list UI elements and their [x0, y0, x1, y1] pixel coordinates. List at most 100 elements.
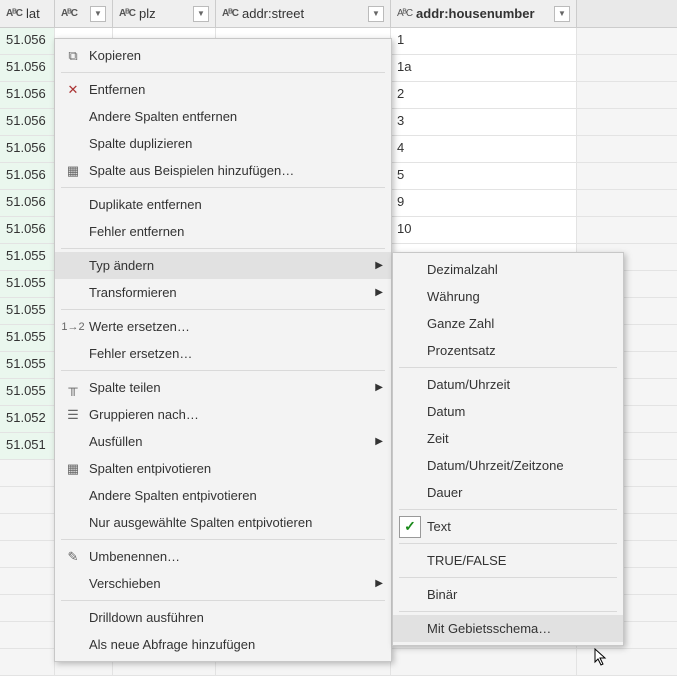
- menu-move[interactable]: Verschieben ▶: [55, 570, 391, 597]
- menu-label: TRUE/FALSE: [423, 553, 615, 568]
- menu-separator: [61, 187, 385, 188]
- cell-lat[interactable]: 51.055: [0, 244, 55, 270]
- cell-lat[interactable]: 51.056: [0, 28, 55, 54]
- cell-lat[interactable]: 51.052: [0, 406, 55, 432]
- copy-icon: ⧉: [61, 48, 85, 64]
- type-icon: AᴮC: [397, 8, 412, 19]
- menu-rename[interactable]: ✎ Umbenennen…: [55, 543, 391, 570]
- menu-separator: [61, 539, 385, 540]
- menu-fill[interactable]: Ausfüllen ▶: [55, 428, 391, 455]
- chevron-right-icon: ▶: [375, 287, 383, 298]
- type-whole-number[interactable]: Ganze Zahl: [393, 310, 623, 337]
- cell-lat[interactable]: 51.056: [0, 55, 55, 81]
- menu-drilldown[interactable]: Drilldown ausführen: [55, 604, 391, 631]
- cell-empty: [0, 541, 55, 567]
- type-time[interactable]: Zeit: [393, 425, 623, 452]
- menu-change-type[interactable]: Typ ändern ▶: [55, 252, 391, 279]
- column-header-lat[interactable]: AᴮC lat: [0, 0, 55, 27]
- menu-label: Als neue Abfrage hinzufügen: [85, 637, 383, 652]
- change-type-submenu: Dezimalzahl Währung Ganze Zahl Prozentsa…: [392, 252, 624, 646]
- filter-dropdown-icon[interactable]: ▼: [368, 6, 384, 22]
- group-icon: ☰: [61, 407, 85, 423]
- menu-split-column[interactable]: ╥ Spalte teilen ▶: [55, 374, 391, 401]
- menu-unpivot-others[interactable]: Andere Spalten entpivotieren: [55, 482, 391, 509]
- filter-dropdown-icon[interactable]: ▼: [90, 6, 106, 22]
- cell-housenumber[interactable]: 10: [391, 217, 577, 243]
- replace-icon: 1→2: [61, 321, 85, 333]
- type-duration[interactable]: Dauer: [393, 479, 623, 506]
- cell-empty: [391, 649, 577, 675]
- cell-housenumber[interactable]: 4: [391, 136, 577, 162]
- column-header-plz[interactable]: AᴮC plz ▼: [113, 0, 216, 27]
- cell-lat[interactable]: 51.055: [0, 298, 55, 324]
- cell-lat[interactable]: 51.055: [0, 271, 55, 297]
- type-date[interactable]: Datum: [393, 398, 623, 425]
- type-truefalse[interactable]: TRUE/FALSE: [393, 547, 623, 574]
- type-dtz[interactable]: Datum/Uhrzeit/Zeitzone: [393, 452, 623, 479]
- filter-dropdown-icon[interactable]: ▼: [554, 6, 570, 22]
- cell-housenumber[interactable]: 1: [391, 28, 577, 54]
- menu-label: Datum/Uhrzeit: [423, 377, 615, 392]
- cell-lat[interactable]: 51.056: [0, 82, 55, 108]
- menu-label: Typ ändern: [85, 258, 375, 273]
- type-binary[interactable]: Binär: [393, 581, 623, 608]
- cell-lat[interactable]: 51.055: [0, 325, 55, 351]
- type-icon: AᴮC: [6, 8, 22, 19]
- menu-replace-errors[interactable]: Fehler ersetzen…: [55, 340, 391, 367]
- menu-remove-errors[interactable]: Fehler entfernen: [55, 218, 391, 245]
- column-header-addr-street[interactable]: AᴮC addr:street ▼: [216, 0, 391, 27]
- type-percentage[interactable]: Prozentsatz: [393, 337, 623, 364]
- menu-add-from-examples[interactable]: ▦ Spalte aus Beispielen hinzufügen…: [55, 157, 391, 184]
- menu-remove-others[interactable]: Andere Spalten entfernen: [55, 103, 391, 130]
- menu-label: Andere Spalten entfernen: [85, 109, 383, 124]
- menu-label: Fehler entfernen: [85, 224, 383, 239]
- menu-label: Drilldown ausführen: [85, 610, 383, 625]
- cell-lat[interactable]: 51.056: [0, 217, 55, 243]
- menu-label: Verschieben: [85, 576, 375, 591]
- menu-remove[interactable]: ✕ Entfernen: [55, 76, 391, 103]
- menu-add-as-query[interactable]: Als neue Abfrage hinzufügen: [55, 631, 391, 658]
- menu-label: Währung: [423, 289, 615, 304]
- type-currency[interactable]: Währung: [393, 283, 623, 310]
- cell-housenumber[interactable]: 9: [391, 190, 577, 216]
- cell-lat[interactable]: 51.056: [0, 109, 55, 135]
- menu-label: Zeit: [423, 431, 615, 446]
- split-icon: ╥: [61, 380, 85, 395]
- menu-label: Text: [423, 519, 615, 534]
- cell-lat[interactable]: 51.056: [0, 136, 55, 162]
- menu-label: Werte ersetzen…: [85, 319, 383, 334]
- menu-replace-values[interactable]: 1→2 Werte ersetzen…: [55, 313, 391, 340]
- cell-housenumber[interactable]: 3: [391, 109, 577, 135]
- type-text[interactable]: ✓ Text: [393, 513, 623, 540]
- cell-housenumber[interactable]: 5: [391, 163, 577, 189]
- cell-empty: [0, 514, 55, 540]
- cell-lat[interactable]: 51.055: [0, 352, 55, 378]
- menu-label: Spalte duplizieren: [85, 136, 383, 151]
- menu-unpivot[interactable]: ▦ Spalten entpivotieren: [55, 455, 391, 482]
- menu-group-by[interactable]: ☰ Gruppieren nach…: [55, 401, 391, 428]
- menu-unpivot-selected[interactable]: Nur ausgewählte Spalten entpivotieren: [55, 509, 391, 536]
- type-with-locale[interactable]: Mit Gebietsschema…: [393, 615, 623, 642]
- cell-lat[interactable]: 51.055: [0, 379, 55, 405]
- type-datetime[interactable]: Datum/Uhrzeit: [393, 371, 623, 398]
- column-header-label: lat: [26, 6, 48, 21]
- menu-separator: [399, 543, 617, 544]
- menu-separator: [399, 367, 617, 368]
- cell-lat[interactable]: 51.056: [0, 163, 55, 189]
- type-decimal[interactable]: Dezimalzahl: [393, 256, 623, 283]
- cell-lat[interactable]: 51.056: [0, 190, 55, 216]
- column-header-unknown[interactable]: AᴮC ▼: [55, 0, 113, 27]
- add-column-icon: ▦: [61, 163, 85, 179]
- filter-dropdown-icon[interactable]: ▼: [193, 6, 209, 22]
- cell-empty: [0, 595, 55, 621]
- column-header-addr-housenumber[interactable]: AᴮC addr:housenumber ▼: [391, 0, 577, 27]
- menu-copy[interactable]: ⧉ Kopieren: [55, 42, 391, 69]
- cell-housenumber[interactable]: 2: [391, 82, 577, 108]
- cell-housenumber[interactable]: 1a: [391, 55, 577, 81]
- cell-lat[interactable]: 51.051: [0, 433, 55, 459]
- menu-remove-dupes[interactable]: Duplikate entfernen: [55, 191, 391, 218]
- menu-duplicate[interactable]: Spalte duplizieren: [55, 130, 391, 157]
- menu-transform[interactable]: Transformieren ▶: [55, 279, 391, 306]
- column-header-label: plz: [139, 6, 189, 21]
- cell-empty: [0, 487, 55, 513]
